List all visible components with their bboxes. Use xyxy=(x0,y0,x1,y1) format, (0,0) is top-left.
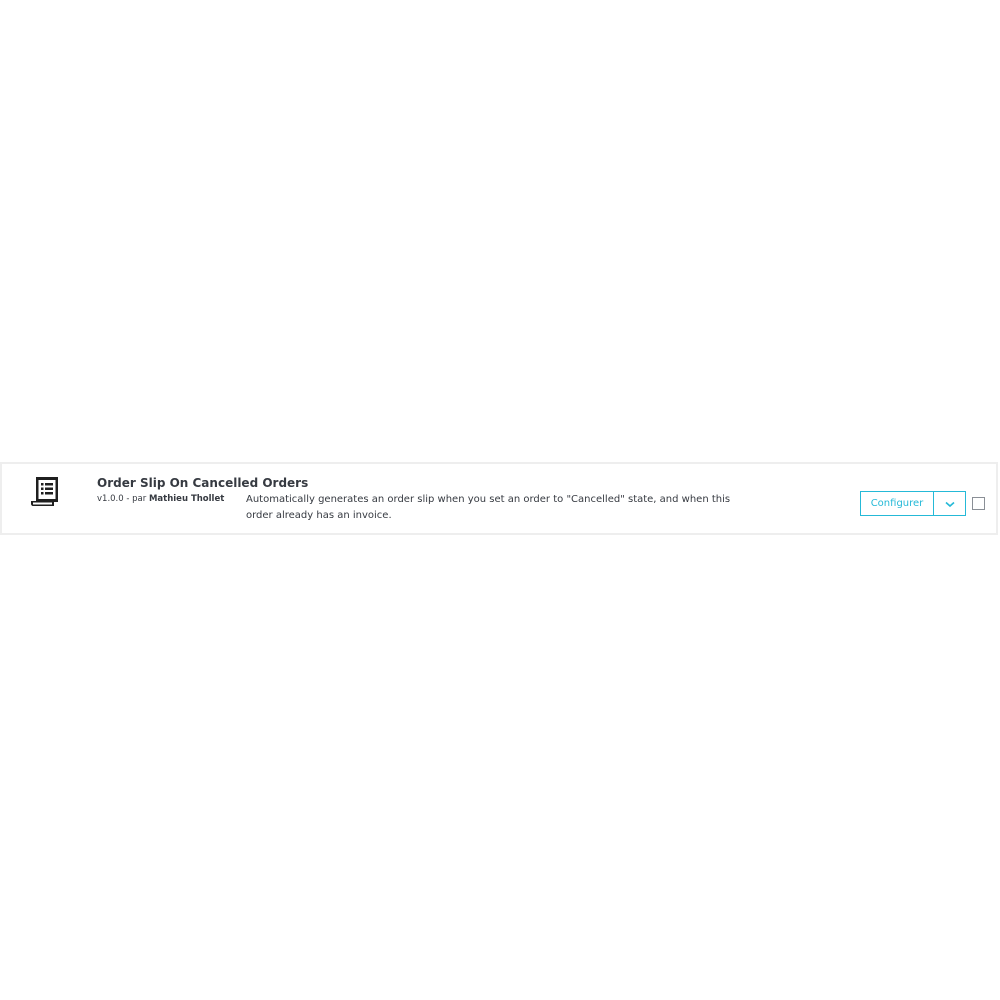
module-by-label: - par xyxy=(126,494,147,504)
order-slip-receipt-icon xyxy=(31,476,61,508)
configure-button[interactable]: Configurer xyxy=(861,492,933,515)
module-meta: v1.0.0 - par Mathieu Thollet xyxy=(97,494,224,504)
module-select-checkbox[interactable] xyxy=(972,497,985,510)
module-version: v1.0.0 xyxy=(97,494,124,504)
module-description: Automatically generates an order slip wh… xyxy=(246,494,731,521)
module-title: Order Slip On Cancelled Orders xyxy=(97,476,309,490)
module-list-item: Order Slip On Cancelled Orders v1.0.0 - … xyxy=(0,462,998,535)
actions-dropdown-toggle[interactable] xyxy=(933,492,965,515)
module-action-group: Configurer xyxy=(860,491,966,516)
module-author: Mathieu Thollet xyxy=(148,494,225,504)
chevron-down-icon xyxy=(944,496,955,511)
